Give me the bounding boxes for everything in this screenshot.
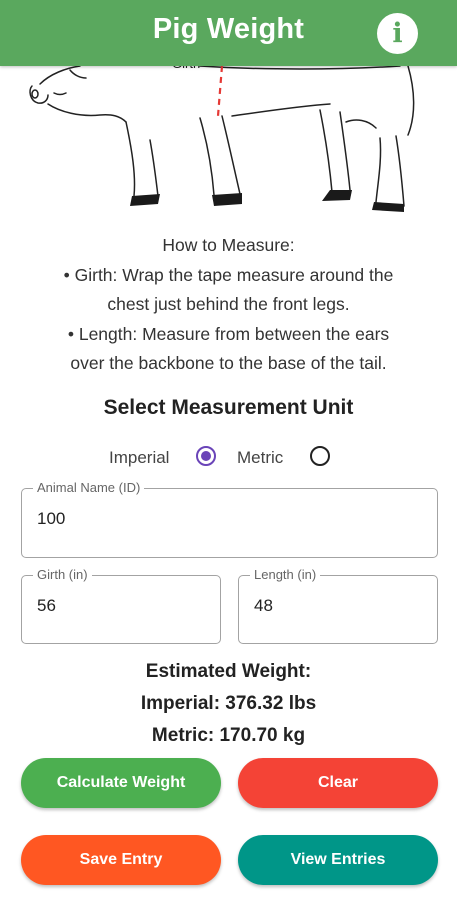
girth-instruction-line: chest just behind the front legs. (107, 294, 350, 314)
metric-radio[interactable] (310, 446, 330, 466)
imperial-radio-label[interactable]: Imperial (109, 448, 169, 468)
metric-result: Metric: 170.70 kg (151, 725, 306, 746)
measure-instructions: How to Measure: • Girth: Wrap the tape m… (10, 231, 447, 379)
calculate-weight-button[interactable]: Calculate Weight (21, 758, 221, 808)
imperial-result: Imperial: 376.32 lbs (140, 693, 317, 714)
animal-name-input[interactable] (37, 509, 427, 529)
metric-radio-label[interactable]: Metric (237, 448, 283, 468)
girth-field-label: Girth (in) (33, 567, 92, 583)
unit-section-title: Select Measurement Unit (103, 396, 354, 419)
imperial-radio[interactable] (196, 446, 216, 466)
clear-button[interactable]: Clear (238, 758, 438, 808)
animal-name-label: Animal Name (ID) (33, 480, 145, 496)
app-bar: Pig Weight i (0, 0, 457, 66)
length-instruction-line: over the backbone to the base of the tai… (70, 353, 387, 373)
save-entry-button[interactable]: Save Entry (21, 835, 221, 885)
weight-results: Estimated Weight: Imperial: 376.32 lbs M… (0, 656, 457, 752)
girth-input[interactable] (37, 596, 210, 616)
animal-name-field[interactable]: Animal Name (ID) (21, 480, 438, 558)
unit-radio-group: Imperial Metric (0, 446, 457, 470)
length-field[interactable]: Length (in) (238, 567, 438, 644)
instructions-heading: How to Measure: (162, 235, 295, 255)
pig-drawing: Girth (29, 56, 415, 212)
pig-illustration: Girth (0, 40, 457, 222)
girth-instruction-line: • Girth: Wrap the tape measure around th… (63, 264, 394, 285)
length-input[interactable] (254, 596, 427, 616)
girth-field[interactable]: Girth (in) (21, 567, 221, 644)
length-field-label: Length (in) (250, 567, 321, 583)
info-icon[interactable]: i (377, 13, 418, 54)
view-entries-button[interactable]: View Entries (238, 835, 438, 885)
results-heading: Estimated Weight: (145, 661, 312, 682)
length-instruction-line: • Length: Measure from between the ears (67, 323, 390, 344)
